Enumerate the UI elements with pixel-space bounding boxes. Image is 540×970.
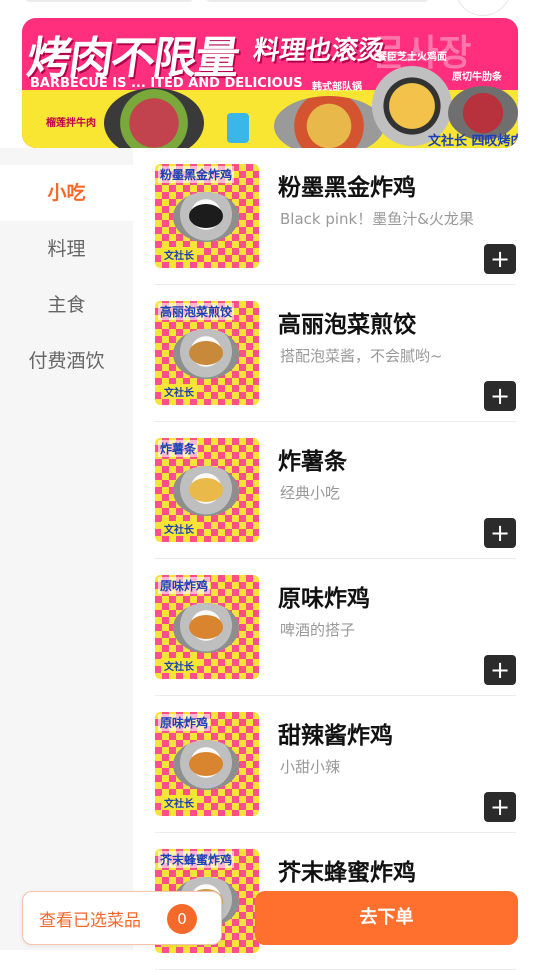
dish-thumbnail[interactable]: 原味炸鸡 文社长 bbox=[155, 712, 259, 816]
banner-label-mid: 韩式部队锅 bbox=[312, 82, 362, 93]
thumb-brand: 文社长 bbox=[161, 658, 197, 673]
dish-description: Black pink！墨鱼汁&火龙果 bbox=[280, 210, 474, 228]
banner-drink bbox=[227, 113, 249, 143]
dish-name: 炸薯条 bbox=[278, 449, 347, 475]
add-to-cart-button[interactable]: + bbox=[484, 792, 516, 822]
thumb-label: 芥末蜂蜜炸鸡 bbox=[158, 851, 235, 868]
thumb-brand: 文社长 bbox=[161, 384, 197, 399]
food-image bbox=[189, 204, 223, 228]
dish-description: 搭配泡菜酱，不会腻哟~ bbox=[280, 347, 443, 365]
dish-description: 经典小吃 bbox=[280, 484, 341, 502]
thumb-label: 炸薯条 bbox=[158, 440, 199, 457]
view-selected-button[interactable]: 查看已选菜品 0 bbox=[22, 891, 222, 945]
thumb-label: 原味炸鸡 bbox=[158, 577, 211, 594]
menu-item[interactable]: 粉墨黑金炸鸡 文社长 粉墨黑金炸鸡 Black pink！墨鱼汁&火龙果 + bbox=[133, 148, 540, 285]
menu-item[interactable]: 高丽泡菜煎饺 文社长 高丽泡菜煎饺 搭配泡菜酱，不会腻哟~ + bbox=[133, 285, 540, 422]
add-to-cart-button[interactable]: + bbox=[484, 655, 516, 685]
banner-label-left: 榴莲拌牛肉 bbox=[46, 118, 96, 129]
food-image bbox=[189, 752, 223, 776]
thumb-brand: 文社长 bbox=[161, 795, 197, 810]
top-search-pill[interactable] bbox=[24, 0, 194, 2]
add-to-cart-button[interactable]: + bbox=[484, 381, 516, 411]
top-round-button[interactable] bbox=[455, 0, 511, 16]
dish-name: 甜辣酱炸鸡 bbox=[278, 723, 393, 749]
dish-thumbnail[interactable]: 粉墨黑金炸鸡 文社长 bbox=[155, 164, 259, 268]
thumb-brand: 文社长 bbox=[161, 521, 197, 536]
sidebar-item-snacks[interactable]: 小吃 bbox=[0, 165, 133, 221]
thumb-label: 高丽泡菜煎饺 bbox=[158, 303, 235, 320]
banner-title-2: 料理也滚烫 bbox=[251, 36, 386, 66]
thumb-brand: 文社长 bbox=[161, 247, 197, 262]
sidebar-item-staples[interactable]: 主食 bbox=[0, 277, 133, 333]
promo-banner[interactable]: 문사장 烤肉不限量 料理也滚烫 BARBECUE IS ... ITED AND… bbox=[22, 18, 518, 148]
dish-description: 小甜小辣 bbox=[280, 758, 341, 776]
banner-label-top: 餐臣芝士火鸡面 bbox=[377, 52, 447, 63]
checkout-button[interactable]: 去下单 bbox=[255, 891, 518, 945]
dish-name: 粉墨黑金炸鸡 bbox=[278, 175, 416, 201]
sidebar-item-paid-drinks[interactable]: 付费酒饮 bbox=[0, 333, 133, 389]
selected-count-badge: 0 bbox=[167, 904, 197, 934]
dish-name: 原味炸鸡 bbox=[278, 586, 370, 612]
top-info-pill bbox=[205, 0, 430, 2]
category-sidebar: 小吃 料理 主食 付费酒饮 bbox=[0, 148, 133, 950]
food-image bbox=[189, 341, 223, 365]
add-to-cart-button[interactable]: + bbox=[484, 518, 516, 548]
dish-name: 高丽泡菜煎饺 bbox=[278, 312, 416, 338]
food-image bbox=[189, 615, 223, 639]
menu-item[interactable]: 炸薯条 文社长 炸薯条 经典小吃 + bbox=[133, 422, 540, 559]
view-selected-label: 查看已选菜品 bbox=[39, 911, 141, 931]
thumb-label: 粉墨黑金炸鸡 bbox=[158, 166, 235, 183]
menu-item[interactable]: 原味炸鸡 文社长 原味炸鸡 啤酒的搭子 + bbox=[133, 559, 540, 696]
banner-brand: 文社长 四叹烤肉食堂 bbox=[428, 134, 518, 148]
sidebar-item-dishes[interactable]: 料理 bbox=[0, 221, 133, 277]
dish-thumbnail[interactable]: 高丽泡菜煎饺 文社长 bbox=[155, 301, 259, 405]
banner-label-right: 原切牛肋条 bbox=[452, 72, 502, 83]
add-to-cart-button[interactable]: + bbox=[484, 244, 516, 274]
banner-dish-hotpot bbox=[274, 96, 384, 148]
thumb-label: 原味炸鸡 bbox=[158, 714, 211, 731]
dish-thumbnail[interactable]: 原味炸鸡 文社长 bbox=[155, 575, 259, 679]
menu-item[interactable]: 原味炸鸡 文社长 甜辣酱炸鸡 小甜小辣 + bbox=[133, 696, 540, 833]
food-image bbox=[189, 478, 223, 502]
dish-thumbnail[interactable]: 炸薯条 文社长 bbox=[155, 438, 259, 542]
dish-description: 啤酒的搭子 bbox=[280, 621, 356, 639]
dish-name: 芥末蜂蜜炸鸡 bbox=[278, 860, 416, 886]
